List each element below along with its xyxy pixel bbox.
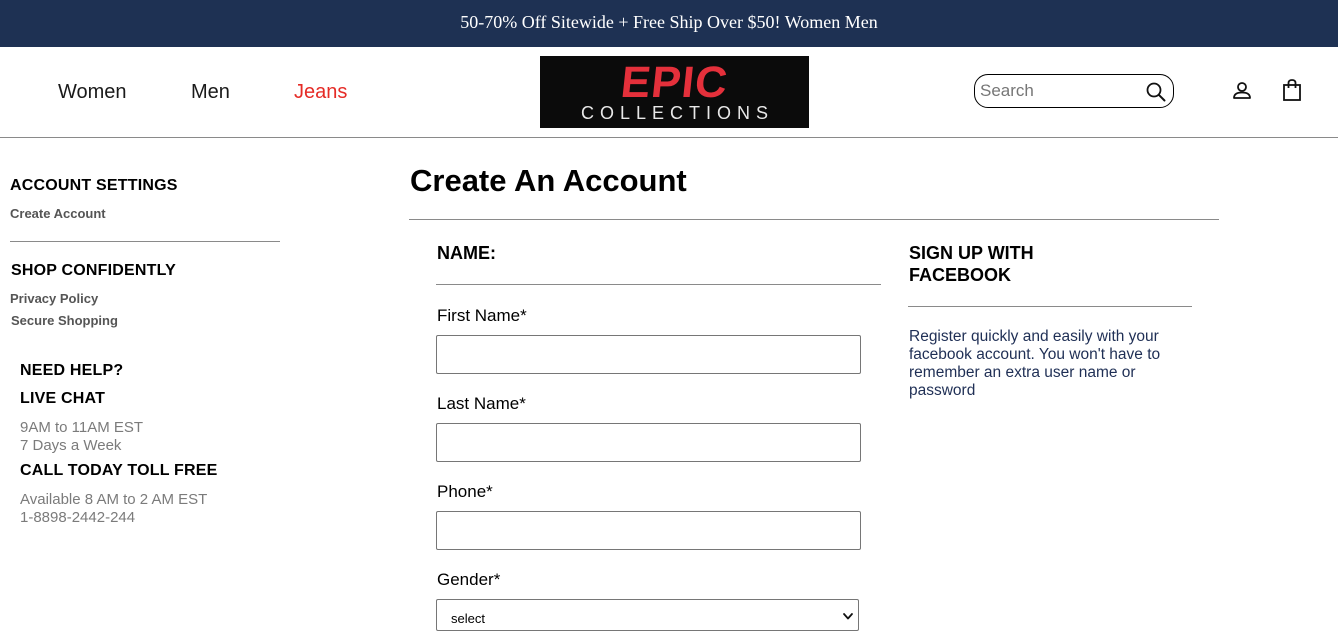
promo-banner: 50-70% Off Sitewide + Free Ship Over $50… — [0, 0, 1338, 47]
account-settings-heading: ACCOUNT SETTINGS — [10, 177, 178, 194]
search-box — [974, 74, 1174, 108]
site-logo[interactable]: EPIC COLLECTIONS — [540, 56, 809, 128]
logo-wordmark: EPIC — [618, 58, 731, 107]
sidebar-divider — [10, 241, 280, 242]
phone-label: Phone* — [437, 482, 493, 501]
live-chat-hours: 9AM to 11AM EST — [20, 419, 144, 436]
nav-item-men[interactable]: Men — [191, 81, 230, 103]
first-name-label: First Name* — [437, 306, 527, 325]
search-icon[interactable] — [1145, 81, 1167, 103]
gender-select[interactable]: select — [436, 599, 859, 631]
sidebar-link-privacy-policy[interactable]: Privacy Policy — [10, 291, 98, 307]
need-help-heading: NEED HELP? — [20, 362, 124, 379]
live-chat-days: 7 Days a Week — [20, 437, 122, 454]
sidebar-link-create-account[interactable]: Create Account — [10, 206, 106, 222]
logo-subtitle: COLLECTIONS — [580, 103, 775, 123]
page-title: Create An Account — [410, 163, 687, 198]
nav-item-jeans[interactable]: Jeans — [294, 81, 347, 103]
site-header: Women Men Jeans EPIC COLLECTIONS — [0, 47, 1338, 138]
nav-item-women[interactable]: Women — [58, 81, 127, 103]
phone-field[interactable] — [436, 511, 861, 550]
facebook-description: Register quickly and easily with your fa… — [909, 328, 1161, 399]
gender-select-value: select — [451, 611, 485, 626]
call-toll-free-heading: CALL TODAY TOLL FREE — [20, 462, 218, 479]
toll-free-phone: 1-8898-2442-244 — [20, 509, 136, 526]
sidebar-link-secure-shopping[interactable]: Secure Shopping — [11, 313, 118, 329]
name-section-heading: NAME: — [437, 243, 496, 263]
chevron-down-icon — [843, 613, 853, 620]
first-name-field[interactable] — [436, 335, 861, 374]
name-section-divider — [436, 284, 881, 285]
search-input[interactable] — [980, 81, 1140, 101]
facebook-heading-line1: SIGN UP WITH — [909, 243, 1034, 263]
live-chat-heading: LIVE CHAT — [20, 390, 106, 407]
title-divider — [409, 219, 1219, 220]
gender-label: Gender* — [437, 570, 501, 589]
shopping-bag-icon[interactable] — [1281, 78, 1303, 102]
last-name-label: Last Name* — [437, 394, 526, 413]
user-icon[interactable] — [1231, 80, 1253, 102]
shop-confidently-heading: SHOP CONFIDENTLY — [11, 262, 177, 279]
facebook-heading-line2: FACEBOOK — [909, 265, 1012, 285]
facebook-divider — [908, 306, 1192, 307]
last-name-field[interactable] — [436, 423, 861, 462]
call-hours: Available 8 AM to 2 AM EST — [20, 491, 208, 508]
